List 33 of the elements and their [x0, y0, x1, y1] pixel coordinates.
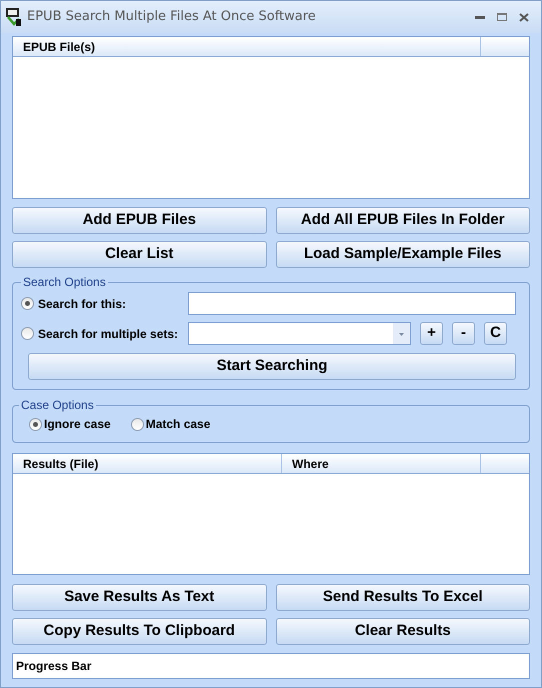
minimize-icon[interactable] [475, 16, 485, 18]
maximize-icon[interactable] [497, 13, 507, 21]
search-field[interactable] [188, 292, 516, 315]
radio-button[interactable] [21, 327, 34, 340]
radio-button[interactable] [29, 418, 42, 430]
list-view[interactable]: Results (File) Where [12, 453, 530, 575]
radio-label[interactable]: Search for multiple sets: [38, 324, 178, 342]
action-button[interactable]: Save Results As Text [12, 584, 266, 611]
close-icon[interactable] [519, 12, 529, 22]
window-title: EPUB Search Multiple Files At Once Software [27, 8, 316, 26]
set-button[interactable]: C [484, 322, 507, 345]
radio-button[interactable] [130, 418, 144, 430]
app-icon [5, 7, 23, 27]
action-button[interactable]: Add All EPUB Files In Folder [276, 207, 530, 234]
column-header[interactable]: Where [282, 454, 481, 473]
action-button[interactable]: Send Results To Excel [276, 584, 530, 611]
action-button[interactable]: Add EPUB Files [12, 207, 266, 234]
start-searching-button[interactable]: Start Searching [28, 353, 516, 380]
action-button[interactable]: Clear List [12, 241, 266, 268]
group-title: Search Options [22, 274, 107, 291]
radio-label[interactable]: Ignore case [44, 415, 111, 433]
action-button[interactable]: Copy Results To Clipboard [12, 618, 266, 645]
action-button[interactable]: Clear Results [276, 618, 530, 645]
group-title: Case Options [20, 397, 95, 414]
radio-label[interactable]: Match case [146, 415, 210, 433]
radio-label[interactable]: Search for this: [38, 294, 126, 312]
combo-box[interactable] [188, 322, 411, 345]
set-button[interactable]: - [452, 322, 475, 345]
action-button[interactable]: Load Sample/Example Files [276, 241, 530, 268]
set-button[interactable]: + [420, 322, 443, 345]
radio-button[interactable] [21, 297, 34, 310]
list-view[interactable]: EPUB File(s) [12, 36, 530, 199]
column-header[interactable]: Results (File) [13, 454, 282, 473]
